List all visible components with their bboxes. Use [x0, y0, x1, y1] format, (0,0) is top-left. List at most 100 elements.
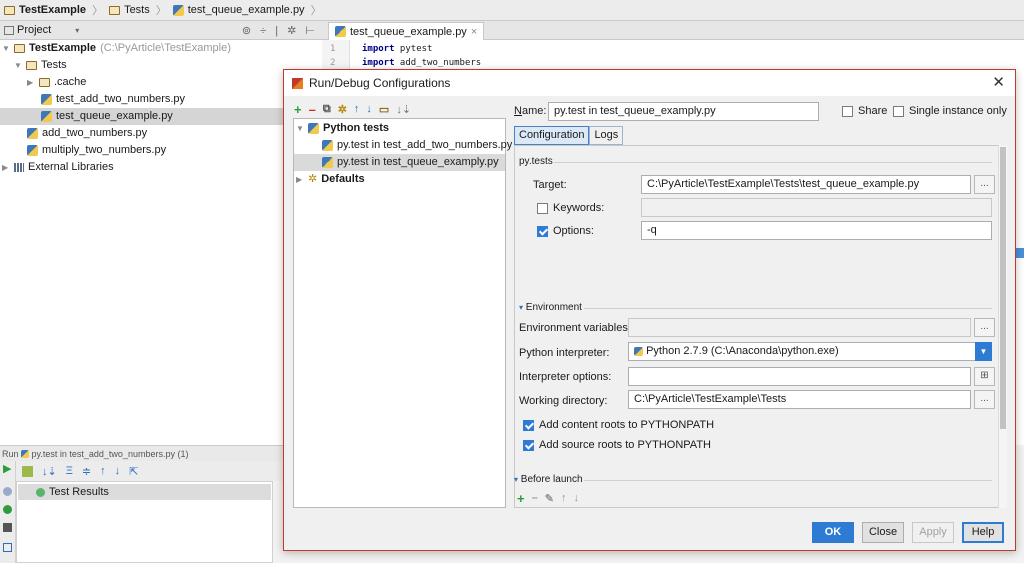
move-down-icon[interactable]: ↓: [366, 103, 372, 115]
editor-tab[interactable]: test_queue_example.py ×: [328, 22, 485, 40]
move-down-icon[interactable]: ↓: [573, 492, 579, 504]
environment-section[interactable]: ▾ Environment: [519, 302, 582, 313]
expand-arrow-icon[interactable]: ▼: [14, 57, 22, 74]
browse-working-dir-button[interactable]: ...: [974, 390, 995, 409]
content-roots-checkbox[interactable]: Add content roots to PYTHONPATH: [523, 419, 714, 431]
pin-icon[interactable]: [3, 487, 12, 496]
export-icon[interactable]: ⇱: [129, 465, 138, 478]
single-instance-checkbox[interactable]: Single instance only: [893, 105, 1007, 117]
apply-button[interactable]: Apply: [912, 522, 954, 543]
ok-button[interactable]: OK: [812, 522, 854, 543]
scrollbar-thumb[interactable]: [1000, 147, 1006, 429]
breadcrumb-file[interactable]: test_queue_example.py: [188, 4, 305, 16]
section-pytests-label: py.tests: [519, 156, 553, 167]
tree-item-tests[interactable]: ▼ Tests: [14, 57, 67, 74]
interpreter-select[interactable]: Python 2.7.9 (C:\Anaconda\python.exe): [628, 342, 976, 361]
remove-icon[interactable]: –: [532, 492, 538, 504]
tree-item-cache[interactable]: ▶ .cache: [27, 74, 86, 91]
chevron-down-icon[interactable]: ▾: [519, 303, 523, 312]
chevron-down-icon[interactable]: ▼: [975, 342, 992, 361]
tree-item-test-queue-example[interactable]: test_queue_example.py: [0, 108, 322, 125]
stop-icon[interactable]: [3, 523, 12, 532]
breadcrumb-folder[interactable]: Tests: [124, 4, 150, 16]
expand-field-icon[interactable]: ⊞: [974, 367, 995, 386]
add-icon[interactable]: +: [294, 102, 302, 117]
edit-icon[interactable]: ✎: [545, 492, 554, 505]
keywords-checkbox[interactable]: Keywords:: [537, 202, 604, 214]
before-launch-section[interactable]: ▾ Before launch: [514, 474, 583, 485]
working-directory-field[interactable]: C:\PyArticle\TestExample\Tests: [628, 390, 971, 409]
checkbox-box[interactable]: [537, 202, 548, 214]
run-toolbar: ↓⇣ Ξ ≑ ↑ ↓ ⇱: [16, 461, 285, 481]
python-tests-icon: [308, 123, 319, 134]
close-button[interactable]: Close: [862, 522, 904, 543]
help-button[interactable]: Help: [962, 522, 1004, 543]
tree-item-add-two-numbers[interactable]: add_two_numbers.py: [27, 125, 147, 142]
checkbox-box[interactable]: [523, 439, 534, 451]
copy-icon[interactable]: ⧉: [323, 103, 331, 116]
config-tabs: Configuration Logs: [514, 126, 624, 145]
expand-all-icon[interactable]: Ξ: [66, 465, 73, 477]
editor-marker: [1016, 248, 1024, 258]
run-icon[interactable]: ▶: [3, 464, 12, 475]
move-up-icon[interactable]: ↑: [561, 492, 567, 504]
source-roots-label: Add source roots to PYTHONPATH: [539, 439, 711, 451]
source-roots-checkbox[interactable]: Add source roots to PYTHONPATH: [523, 439, 711, 451]
project-view-selector[interactable]: Project: [17, 24, 51, 36]
move-up-icon[interactable]: ↑: [354, 103, 360, 115]
collapse-arrow-icon[interactable]: ▶: [27, 74, 35, 91]
chevron-down-icon[interactable]: ▾: [514, 475, 518, 484]
tree-item-config-queue-example[interactable]: py.test in test_queue_examply.py: [294, 154, 505, 171]
tree-item-multiply-two-numbers[interactable]: multiply_two_numbers.py: [27, 142, 166, 159]
library-icon: [14, 163, 24, 172]
add-icon[interactable]: +: [517, 491, 525, 506]
panel-tools[interactable]: ⊚ ÷ | ✲ ⊢: [242, 24, 318, 37]
collapse-arrow-icon[interactable]: ▶: [2, 159, 10, 176]
checkbox-box[interactable]: [537, 225, 548, 237]
tab-configuration[interactable]: Configuration: [514, 126, 590, 145]
tick-filter-icon[interactable]: [22, 465, 33, 477]
dialog-title-bar: Run/Debug Configurations ✕: [284, 70, 1015, 96]
keywords-field[interactable]: [641, 198, 992, 217]
tree-item-config-add-two-numbers[interactable]: py.test in test_add_two_numbers.py: [322, 137, 512, 154]
tree-item-label: py.test in test_add_two_numbers.py: [337, 139, 513, 151]
checkbox-box[interactable]: [893, 105, 904, 117]
options-checkbox[interactable]: Options:: [537, 225, 594, 237]
config-scrollbar[interactable]: [998, 145, 1007, 508]
expand-arrow-icon[interactable]: ▼: [296, 120, 304, 137]
layout-icon[interactable]: [3, 543, 12, 552]
env-vars-field[interactable]: [628, 318, 971, 337]
interpreter-options-field[interactable]: [628, 367, 971, 386]
debug-icon[interactable]: [3, 505, 12, 514]
project-panel-header: Project ▾ ⊚ ÷ | ✲ ⊢: [0, 21, 322, 40]
edit-defaults-icon[interactable]: ✲: [338, 103, 347, 116]
tree-item-test-add-two-numbers[interactable]: test_add_two_numbers.py: [41, 91, 185, 108]
tree-item-defaults[interactable]: ▶ ✲ Defaults: [296, 171, 365, 188]
tree-item-project-root[interactable]: ▼ TestExample (C:\PyArticle\TestExample): [2, 40, 231, 57]
edit-env-vars-button[interactable]: ...: [974, 318, 995, 337]
breadcrumb-project[interactable]: TestExample: [19, 4, 86, 16]
collapse-arrow-icon[interactable]: ▶: [296, 171, 304, 188]
remove-icon[interactable]: –: [309, 102, 316, 117]
share-checkbox[interactable]: Share: [842, 105, 887, 117]
sort-icon[interactable]: ↓⇣: [42, 465, 57, 478]
browse-target-button[interactable]: ...: [974, 175, 995, 194]
folder-icon[interactable]: ▭: [379, 103, 389, 116]
chevron-down-icon[interactable]: ▾: [75, 26, 79, 35]
dialog-close-button[interactable]: ✕: [992, 73, 1005, 91]
arrow-up-icon[interactable]: ↑: [100, 465, 106, 477]
sort-icon[interactable]: ↓⇣: [396, 103, 411, 116]
options-field[interactable]: -q: [641, 221, 992, 240]
target-field[interactable]: C:\PyArticle\TestExample\Tests\test_queu…: [641, 175, 971, 194]
checkbox-box[interactable]: [842, 105, 853, 117]
test-results-row[interactable]: Test Results: [18, 484, 271, 500]
tree-item-python-tests[interactable]: ▼ Python tests: [296, 120, 389, 137]
close-tab-icon[interactable]: ×: [471, 26, 477, 38]
tree-item-external-libraries[interactable]: ▶ External Libraries: [2, 159, 114, 176]
checkbox-box[interactable]: [523, 419, 534, 431]
name-field[interactable]: py.test in test_queue_examply.py: [548, 102, 819, 121]
collapse-all-icon[interactable]: ≑: [82, 465, 91, 478]
tab-logs[interactable]: Logs: [589, 126, 624, 145]
arrow-down-icon[interactable]: ↓: [115, 465, 121, 477]
expand-arrow-icon[interactable]: ▼: [2, 40, 10, 57]
